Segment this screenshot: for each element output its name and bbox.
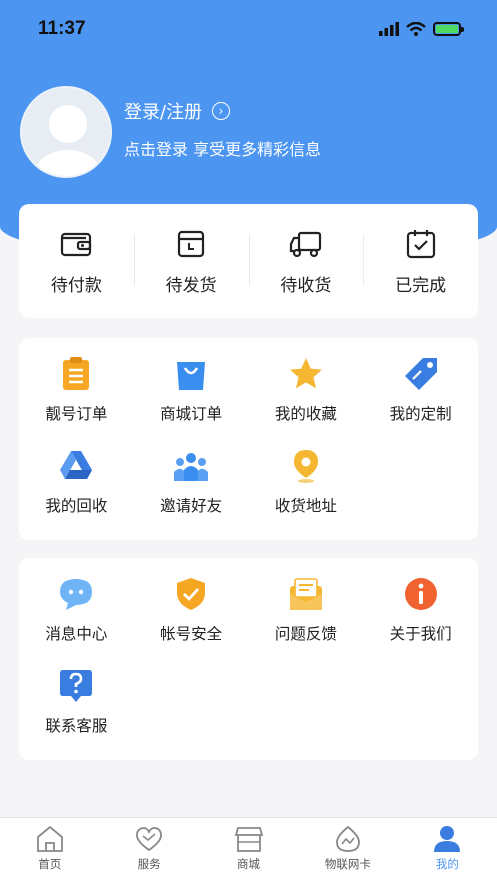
iot-card-icon [336, 825, 360, 852]
services-card: 靓号订单 商城订单 我的收藏 我的定制 我的回收 邀请好友 收货地址 [19, 338, 478, 540]
wifi-icon [406, 22, 426, 36]
order-completed[interactable]: 已完成 [363, 204, 478, 318]
shield-check-icon [177, 578, 206, 610]
tab-iot-card[interactable]: 物联网卡 [298, 818, 397, 883]
shopping-bag-icon [177, 362, 206, 390]
service-label: 我的回收 [45, 497, 108, 515]
service-label: 我的收藏 [274, 405, 337, 423]
service-mall-orders[interactable]: 商城订单 [134, 356, 249, 448]
bottom-tab-bar: 首页 服务 商城 物联网卡 我的 [0, 817, 497, 883]
tool-customer-service[interactable]: 联系客服 [19, 668, 134, 760]
order-pending-receipt[interactable]: 待收货 [248, 204, 364, 318]
status-icons [379, 22, 464, 36]
home-icon [36, 825, 63, 852]
order-label: 待发货 [165, 275, 217, 296]
service-my-recycle[interactable]: 我的回收 [19, 448, 134, 540]
service-label: 靓号订单 [45, 405, 108, 423]
tool-message-center[interactable]: 消息中心 [19, 576, 134, 668]
tab-label: 商城 [237, 857, 261, 871]
info-icon [404, 578, 437, 610]
tools-card: 消息中心 帐号安全 问题反馈 关于我们 联系客服 [19, 558, 478, 760]
feedback-envelope-icon [289, 578, 322, 610]
order-label: 已完成 [395, 275, 447, 296]
service-shipping-address[interactable]: 收货地址 [249, 448, 364, 540]
service-invite-friends[interactable]: 邀请好友 [134, 448, 249, 540]
order-status-card: 待付款 待发货 待收货 已完成 [19, 204, 478, 318]
wallet-icon [61, 232, 92, 256]
chevron-right-circle-icon[interactable]: › [212, 102, 231, 120]
heart-icon [136, 827, 163, 852]
status-time: 11:37 [38, 18, 86, 39]
order-label: 待收货 [280, 275, 332, 296]
order-pending-shipment[interactable]: 待发货 [133, 204, 249, 318]
login-subtitle: 点击登录 享受更多精彩信息 [124, 140, 322, 159]
order-pending-payment[interactable]: 待付款 [19, 204, 134, 318]
tool-feedback[interactable]: 问题反馈 [249, 576, 364, 668]
tab-mine[interactable]: 我的 [398, 818, 497, 883]
profile-section[interactable]: 登录/注册 › 点击登录 享受更多精彩信息 [20, 86, 321, 178]
service-pretty-number-orders[interactable]: 靓号订单 [19, 356, 134, 448]
profile-icon [434, 826, 461, 852]
battery-icon [433, 22, 464, 36]
service-label: 我的定制 [389, 405, 452, 423]
tab-label: 我的 [435, 857, 459, 871]
status-bar: 11:37 [0, 0, 497, 58]
calendar-check-icon [406, 229, 435, 258]
question-icon [60, 670, 93, 702]
tab-home[interactable]: 首页 [0, 818, 99, 883]
service-label: 收货地址 [274, 497, 337, 515]
order-label: 待付款 [50, 275, 102, 296]
tool-about-us[interactable]: 关于我们 [363, 576, 478, 668]
tab-label: 物联网卡 [324, 857, 371, 871]
tool-label: 关于我们 [389, 625, 452, 643]
signal-icon [379, 22, 399, 36]
store-icon [234, 827, 263, 852]
truck-icon [289, 231, 321, 257]
default-avatar-icon [22, 88, 110, 176]
location-pin-icon [293, 450, 318, 483]
service-label: 商城订单 [160, 405, 223, 423]
tool-label: 联系客服 [45, 717, 108, 735]
tool-label: 问题反馈 [274, 625, 337, 643]
tag-icon [404, 358, 437, 390]
tab-service[interactable]: 服务 [99, 818, 198, 883]
tool-label: 消息中心 [45, 625, 108, 643]
star-icon [289, 358, 322, 389]
tool-account-security[interactable]: 帐号安全 [134, 576, 249, 668]
service-my-favorites[interactable]: 我的收藏 [249, 356, 364, 448]
service-label: 邀请好友 [160, 497, 223, 515]
service-my-customization[interactable]: 我的定制 [363, 356, 478, 448]
avatar[interactable] [20, 86, 112, 178]
chat-bubble-icon [60, 579, 93, 610]
people-icon [174, 453, 209, 481]
tab-label: 服务 [137, 857, 161, 871]
clipboard-icon [63, 357, 90, 390]
recycle-drive-icon [60, 451, 93, 479]
tool-label: 帐号安全 [160, 625, 223, 643]
tab-mall[interactable]: 商城 [199, 818, 298, 883]
login-register-link[interactable]: 登录/注册 [124, 98, 202, 124]
tab-label: 首页 [38, 857, 62, 871]
package-icon [178, 230, 205, 257]
